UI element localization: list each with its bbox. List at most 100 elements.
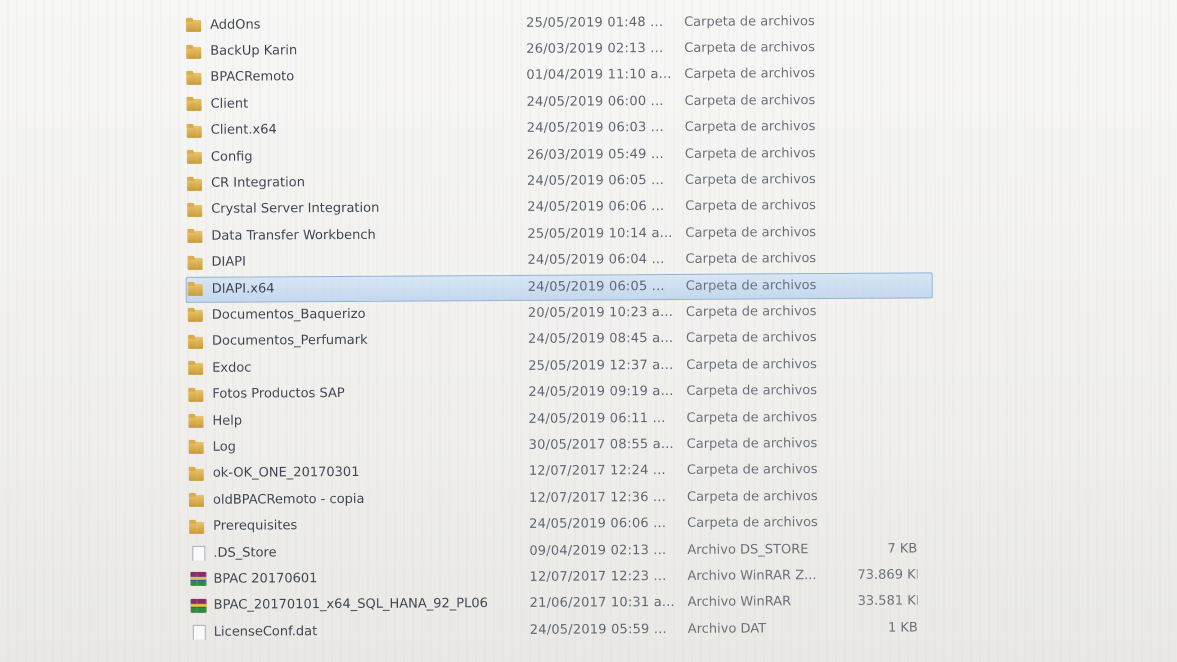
file-date-modified: 30/05/2017 08:55 a... bbox=[528, 436, 674, 453]
folder-icon bbox=[188, 334, 206, 350]
file-name: Client bbox=[210, 96, 249, 112]
file-date-modified: 25/05/2019 01:48 ... bbox=[526, 14, 664, 31]
file-name-cell[interactable]: Fotos Productos SAP bbox=[178, 385, 528, 403]
file-name: oldBPACRemoto - copia bbox=[212, 491, 365, 508]
file-type: Carpeta de archivos bbox=[686, 436, 818, 452]
file-type: Carpeta de archivos bbox=[687, 515, 818, 531]
file-name-cell[interactable]: Exdoc bbox=[178, 358, 528, 376]
file-date-modified: 24/05/2019 06:03 ... bbox=[526, 120, 664, 137]
folder-icon bbox=[188, 307, 206, 323]
file-type: Carpeta de archivos bbox=[685, 251, 817, 268]
folder-icon bbox=[187, 123, 205, 139]
file-type: Carpeta de archivos bbox=[684, 40, 815, 56]
file-date-modified: 25/05/2019 12:37 a... bbox=[528, 357, 674, 374]
file-name-cell[interactable]: Config bbox=[177, 147, 527, 165]
file-icon bbox=[190, 624, 208, 640]
file-type: Carpeta de archivos bbox=[684, 66, 816, 83]
file-name: Log bbox=[212, 439, 236, 455]
file-name: Fotos Productos SAP bbox=[212, 386, 345, 402]
file-type: Carpeta de archivos bbox=[684, 92, 816, 109]
file-type: Archivo DS_STORE bbox=[687, 541, 809, 558]
file-name: AddOns bbox=[210, 17, 261, 33]
file-name: DIAPI bbox=[211, 254, 246, 270]
file-name-cell[interactable]: Crystal Server Integration bbox=[177, 200, 527, 218]
file-date-modified: 20/05/2019 10:23 a... bbox=[527, 304, 674, 321]
file-name-cell[interactable]: Client.x64 bbox=[177, 121, 527, 139]
file-type: Carpeta de archivos bbox=[686, 383, 818, 400]
file-name-cell[interactable]: Help bbox=[178, 411, 528, 429]
file-type: Carpeta de archivos bbox=[686, 356, 817, 373]
folder-icon bbox=[188, 281, 206, 297]
file-date-modified: 12/07/2017 12:23 ... bbox=[529, 568, 667, 585]
folder-icon bbox=[188, 360, 206, 376]
file-type: Carpeta de archivos bbox=[684, 145, 816, 162]
file-name: Prerequisites bbox=[213, 518, 298, 534]
file-name-cell[interactable]: Data Transfer Workbench bbox=[177, 226, 527, 244]
folder-icon bbox=[189, 439, 207, 455]
file-name-cell[interactable]: .DS_Store bbox=[179, 543, 529, 561]
file-name: Documentos_Baquerizo bbox=[211, 306, 366, 323]
file-name-cell[interactable]: Prerequisites bbox=[179, 516, 529, 534]
file-date-modified: 24/05/2019 08:45 a... bbox=[527, 331, 674, 348]
file-name-cell[interactable]: AddOns bbox=[176, 15, 526, 33]
file-date-modified: 21/06/2017 10:31 a... bbox=[529, 595, 675, 612]
file-date-modified: 24/05/2019 05:59 ... bbox=[529, 621, 667, 638]
file-name-cell[interactable]: BPACRemoto bbox=[176, 68, 526, 86]
file-date-modified: 24/05/2019 06:06 ... bbox=[527, 199, 665, 216]
file-date-modified: 25/05/2019 10:14 a... bbox=[527, 225, 673, 242]
file-name-cell[interactable]: BackUp Karin bbox=[176, 41, 526, 59]
file-type: Carpeta de archivos bbox=[686, 462, 818, 479]
file-date-modified: 24/05/2019 06:04 ... bbox=[527, 252, 665, 269]
folder-icon bbox=[186, 17, 204, 33]
file-date-modified: 09/04/2019 02:13 ... bbox=[529, 542, 667, 559]
file-name: BPACRemoto bbox=[210, 69, 295, 86]
file-name-cell[interactable]: BPAC 20170601 bbox=[179, 569, 529, 587]
file-list: AddOns 25/05/2019 01:48 ... Carpeta de arc… bbox=[176, 7, 940, 645]
file-name: DIAPI.x64 bbox=[211, 280, 275, 297]
file-type: Carpeta de archivos bbox=[685, 198, 816, 215]
file-date-modified: 24/05/2019 06:05 ... bbox=[527, 278, 665, 295]
file-date-modified: 24/05/2019 06:00 ... bbox=[526, 93, 664, 110]
file-name: Data Transfer Workbench bbox=[211, 227, 376, 244]
file-type: Archivo WinRAR Z... bbox=[687, 567, 817, 584]
file-name-cell[interactable]: ok-OK_ONE_20170301 bbox=[179, 464, 529, 482]
file-row[interactable]: LicenseConf.dat 24/05/2019 05:59 ... Archi… bbox=[180, 614, 940, 645]
file-date-modified: 24/05/2019 09:19 a... bbox=[528, 384, 674, 401]
file-type: Carpeta de archivos bbox=[684, 119, 816, 136]
winrar-icon bbox=[190, 598, 208, 614]
file-explorer-screen: AddOns 25/05/2019 01:48 ... Carpeta de arc… bbox=[0, 0, 1177, 662]
file-name-cell[interactable]: Documentos_Perfumark bbox=[178, 332, 528, 350]
file-name-cell[interactable]: BPAC_20170101_x64_SQL_HANA_92_PL06 bbox=[180, 596, 530, 614]
file-name: Documentos_Perfumark bbox=[211, 333, 368, 350]
folder-icon bbox=[187, 228, 205, 244]
file-name: Client.x64 bbox=[210, 122, 277, 139]
file-name-cell[interactable]: CR Integration bbox=[177, 173, 527, 191]
file-type: Archivo DAT bbox=[687, 621, 767, 637]
folder-icon bbox=[187, 96, 205, 112]
file-type: Carpeta de archivos bbox=[685, 304, 817, 320]
file-name-cell[interactable]: LicenseConf.dat bbox=[180, 622, 530, 640]
file-date-modified: 26/03/2019 05:49 ... bbox=[526, 146, 664, 163]
file-name-cell[interactable]: DIAPI.x64 bbox=[178, 279, 528, 297]
file-date-modified: 01/04/2019 11:10 a... bbox=[526, 67, 672, 84]
file-type: Carpeta de archivos bbox=[686, 488, 818, 505]
folder-icon bbox=[188, 413, 206, 429]
file-date-modified: 24/05/2019 06:06 ... bbox=[529, 516, 667, 532]
file-name: BackUp Karin bbox=[210, 43, 298, 59]
file-name-cell[interactable]: oldBPACRemoto - copia bbox=[179, 490, 529, 508]
file-name: .DS_Store bbox=[213, 544, 277, 561]
file-type: Carpeta de archivos bbox=[685, 224, 817, 241]
file-name: BPAC_20170101_x64_SQL_HANA_92_PL06 bbox=[213, 596, 488, 614]
folder-icon bbox=[187, 175, 205, 191]
file-name: Help bbox=[212, 413, 243, 429]
file-name-cell[interactable]: Client bbox=[177, 94, 527, 112]
folder-icon bbox=[187, 202, 205, 218]
file-date-modified: 12/07/2017 12:36 ... bbox=[528, 489, 667, 506]
file-name-cell[interactable]: Documentos_Baquerizo bbox=[178, 305, 528, 323]
file-type: Carpeta de archivos bbox=[685, 330, 817, 347]
file-name: Exdoc bbox=[212, 360, 252, 376]
file-size: 1 KB bbox=[887, 620, 918, 636]
folder-icon bbox=[187, 149, 205, 165]
file-name-cell[interactable]: DIAPI bbox=[177, 253, 527, 271]
file-name-cell[interactable]: Log bbox=[179, 437, 529, 455]
